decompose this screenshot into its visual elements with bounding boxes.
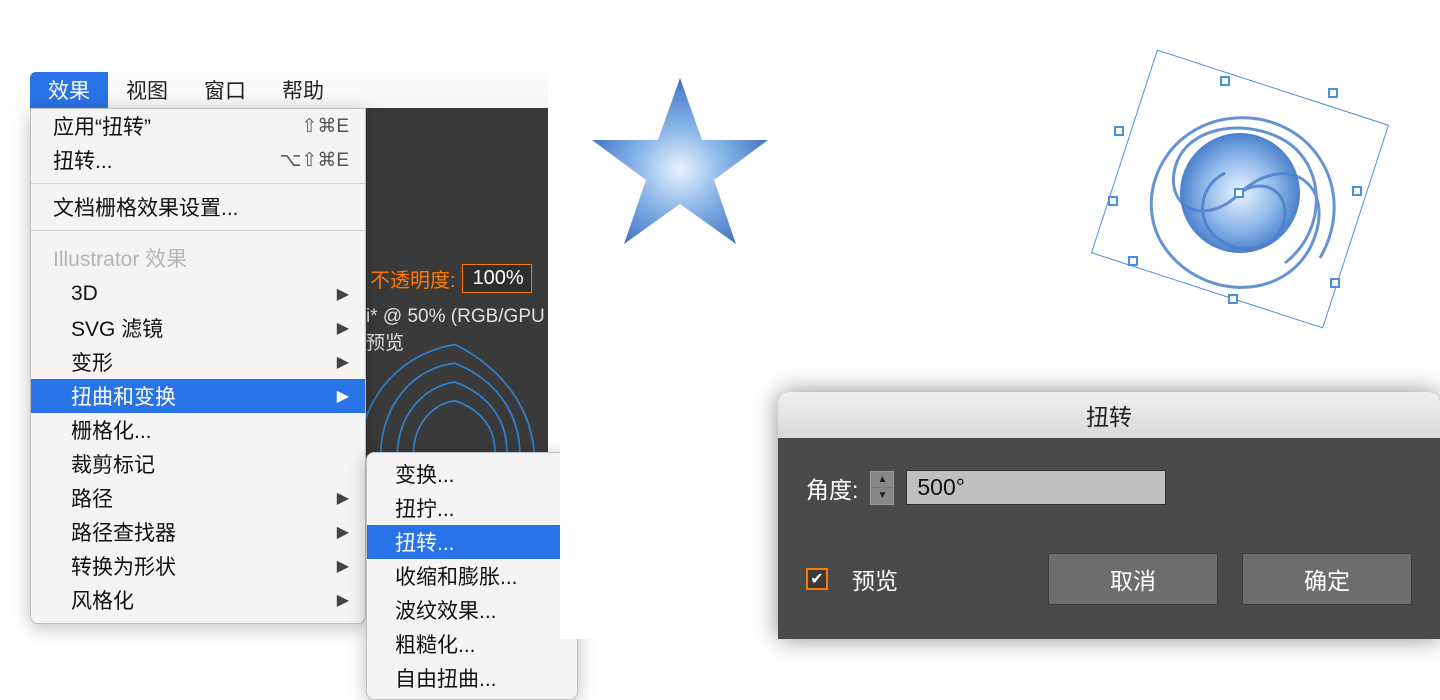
- menu-document-raster-settings[interactable]: 文档栅格效果设置...: [31, 190, 365, 224]
- menubar-effect[interactable]: 效果: [30, 72, 108, 108]
- menu-item-label: 转换为形状: [71, 551, 337, 581]
- distort-transform-submenu: 变换... 扭拧... 扭转... 收缩和膨胀... 波纹效果... 粗糙化..…: [366, 452, 578, 700]
- menu-section-header: Illustrator 效果: [31, 237, 365, 277]
- angle-input[interactable]: [906, 470, 1166, 505]
- preview-label: 预览: [852, 562, 898, 596]
- menu-item-label: 变换...: [395, 459, 561, 489]
- menu-apply-last-effect[interactable]: 应用“扭转” ⇧⌘E: [31, 109, 365, 143]
- menu-item-label: 路径查找器: [71, 517, 337, 547]
- menu-item-distort-transform[interactable]: 扭曲和变换 ▶: [31, 379, 365, 413]
- menu-item-stylize[interactable]: 风格化 ▶: [31, 583, 365, 617]
- menu-item-label: 扭曲和变换: [71, 381, 337, 411]
- menu-item-rasterize[interactable]: 栅格化...: [31, 413, 365, 447]
- menu-item-label: 应用“扭转”: [53, 111, 301, 141]
- submenu-tweak[interactable]: 扭拧...: [367, 491, 577, 525]
- submenu-zigzag[interactable]: 波纹效果...: [367, 593, 577, 627]
- twist-dialog: 扭转 角度: ▲ ▼ ✔ 预览 取消 确定: [778, 392, 1440, 639]
- menu-item-label: 收缩和膨胀...: [395, 561, 561, 591]
- dialog-footer: ✔ 预览 取消 确定: [806, 553, 1412, 605]
- selection-handle[interactable]: [1220, 76, 1230, 86]
- selection-handle[interactable]: [1352, 186, 1362, 196]
- submenu-arrow-icon: ▶: [337, 556, 349, 576]
- menubar-help[interactable]: 帮助: [264, 72, 342, 108]
- submenu-roughen[interactable]: 粗糙化...: [367, 627, 577, 661]
- selection-bounding-box: [1110, 78, 1370, 318]
- menu-item-label: 3D: [71, 282, 337, 306]
- menubar: 效果 视图 窗口 帮助: [30, 72, 548, 108]
- angle-label: 角度:: [806, 471, 858, 505]
- menu-item-label: 扭转...: [395, 527, 561, 557]
- submenu-arrow-icon: ▶: [337, 590, 349, 610]
- star-shape-original: [580, 68, 780, 268]
- opacity-label: 不透明度:: [370, 264, 456, 293]
- left-composite: 不透明度: 100% i* @ 50% (RGB/GPU 预览 效果 视图 窗口…: [30, 72, 548, 614]
- stepper-up-icon[interactable]: ▲: [871, 472, 893, 489]
- submenu-arrow-icon: ▶: [337, 284, 349, 304]
- opacity-value-field[interactable]: 100%: [462, 264, 532, 293]
- menu-item-crop-marks[interactable]: 裁剪标记: [31, 447, 365, 481]
- twisted-star-result[interactable]: [1110, 78, 1370, 318]
- menu-item-pathfinder[interactable]: 路径查找器 ▶: [31, 515, 365, 549]
- selection-handle[interactable]: [1330, 278, 1340, 288]
- selection-handle[interactable]: [1108, 196, 1118, 206]
- submenu-arrow-icon: ▶: [337, 318, 349, 338]
- preview-checkbox[interactable]: ✔: [806, 568, 828, 590]
- submenu-arrow-icon: ▶: [337, 386, 349, 406]
- stepper-down-icon[interactable]: ▼: [871, 488, 893, 504]
- ok-button[interactable]: 确定: [1242, 553, 1412, 605]
- menubar-window[interactable]: 窗口: [186, 72, 264, 108]
- selection-handle[interactable]: [1328, 88, 1338, 98]
- selection-center-handle[interactable]: [1234, 188, 1244, 198]
- menu-item-shortcut: ⌥⇧⌘E: [280, 149, 350, 172]
- menu-item-convert-to-shape[interactable]: 转换为形状 ▶: [31, 549, 365, 583]
- submenu-twist[interactable]: 扭转...: [367, 525, 577, 559]
- menu-item-3d[interactable]: 3D ▶: [31, 277, 365, 311]
- menu-item-label: 自由扭曲...: [395, 663, 561, 693]
- menu-item-svg-filters[interactable]: SVG 滤镜 ▶: [31, 311, 365, 345]
- submenu-free-distort[interactable]: 自由扭曲...: [367, 661, 577, 695]
- submenu-arrow-icon: ▶: [337, 488, 349, 508]
- menu-separator: [31, 183, 365, 184]
- menu-last-effect[interactable]: 扭转... ⌥⇧⌘E: [31, 143, 365, 177]
- menu-item-label: 粗糙化...: [395, 629, 561, 659]
- menu-item-label: SVG 滤镜: [71, 313, 337, 343]
- menu-item-warp[interactable]: 变形 ▶: [31, 345, 365, 379]
- menu-item-label: 裁剪标记: [71, 449, 349, 479]
- cancel-button[interactable]: 取消: [1048, 553, 1218, 605]
- menubar-view[interactable]: 视图: [108, 72, 186, 108]
- menu-item-shortcut: ⇧⌘E: [301, 115, 349, 138]
- angle-row: 角度: ▲ ▼: [806, 470, 1412, 505]
- effect-menu-dropdown: 应用“扭转” ⇧⌘E 扭转... ⌥⇧⌘E 文档栅格效果设置... Illust…: [30, 108, 366, 624]
- selection-handle[interactable]: [1128, 256, 1138, 266]
- canvas-area: 扭转 角度: ▲ ▼ ✔ 预览 取消 确定: [560, 68, 1440, 639]
- submenu-arrow-icon: ▶: [337, 352, 349, 372]
- menu-item-label: 路径: [71, 483, 337, 513]
- angle-stepper[interactable]: ▲ ▼: [870, 471, 894, 505]
- menu-item-path[interactable]: 路径 ▶: [31, 481, 365, 515]
- menu-item-label: 扭转...: [53, 145, 280, 175]
- submenu-pucker-bloat[interactable]: 收缩和膨胀...: [367, 559, 577, 593]
- menu-item-label: 栅格化...: [71, 415, 349, 445]
- submenu-transform[interactable]: 变换...: [367, 457, 577, 491]
- menu-item-label: 扭拧...: [395, 493, 561, 523]
- selection-handle[interactable]: [1114, 126, 1124, 136]
- menu-item-label: 变形: [71, 347, 337, 377]
- dialog-body: 角度: ▲ ▼ ✔ 预览 取消 确定: [778, 438, 1440, 639]
- menu-separator: [31, 230, 365, 231]
- opacity-control: 不透明度: 100%: [370, 264, 532, 293]
- selection-handle[interactable]: [1228, 294, 1238, 304]
- dialog-title: 扭转: [778, 392, 1440, 438]
- submenu-arrow-icon: ▶: [337, 522, 349, 542]
- document-tab-status: i* @ 50% (RGB/GPU 预览: [366, 306, 548, 355]
- menu-item-label: 波纹效果...: [395, 595, 561, 625]
- menu-item-label: 风格化: [71, 585, 337, 615]
- menu-item-label: 文档栅格效果设置...: [53, 192, 349, 222]
